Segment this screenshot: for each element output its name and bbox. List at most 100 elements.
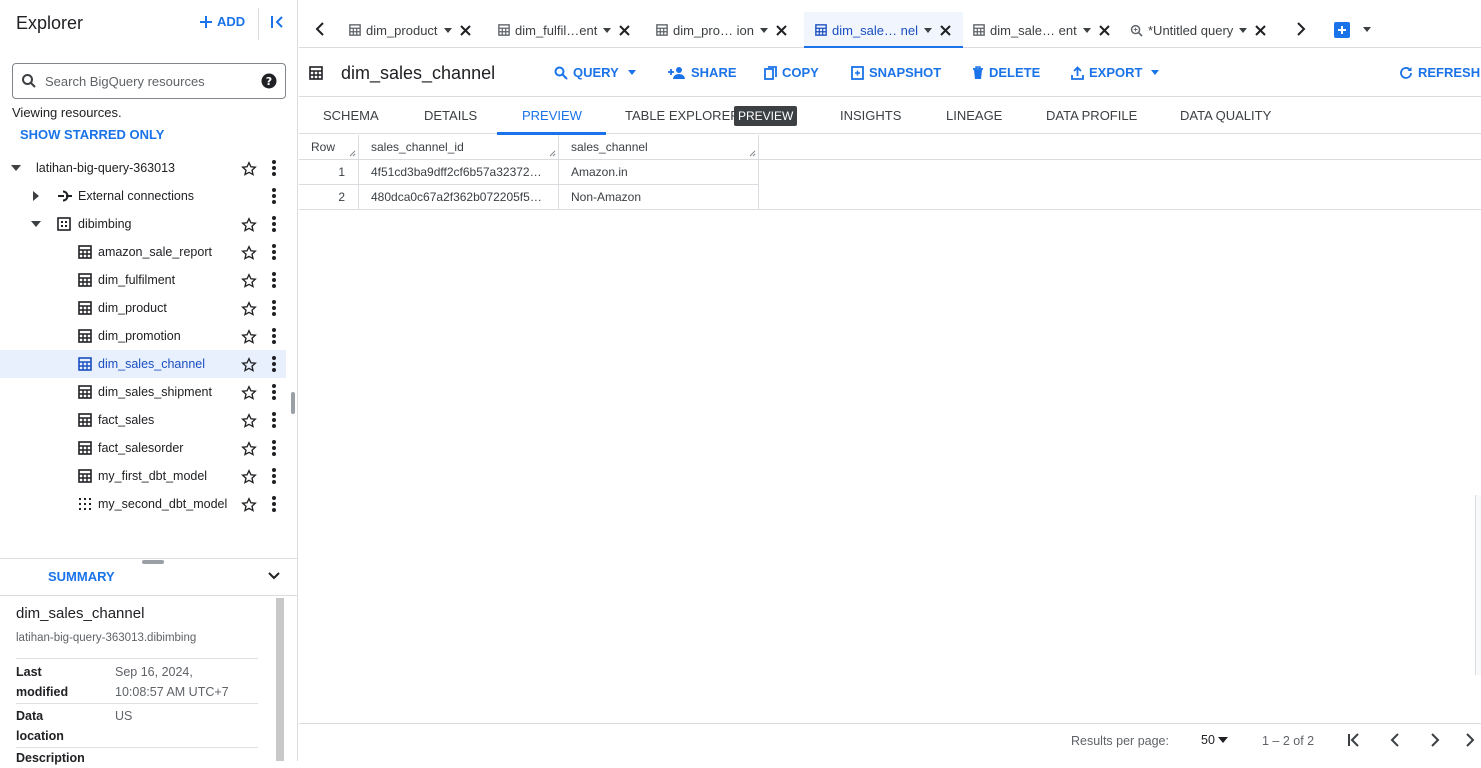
summary-scrollbar[interactable]	[276, 598, 284, 761]
star-icon[interactable]	[241, 329, 257, 345]
delete-button[interactable]: DELETE	[972, 65, 1040, 80]
star-icon[interactable]	[241, 217, 257, 233]
tree-item-table[interactable]: dim_product	[0, 294, 286, 322]
tab-schema[interactable]: SCHEMA	[323, 98, 379, 134]
query-button[interactable]: QUERY	[554, 65, 636, 80]
next-page-icon[interactable]	[1427, 732, 1443, 748]
star-icon[interactable]	[241, 273, 257, 289]
tab-dim-fulfilment[interactable]: dim_fulfil…ent	[498, 12, 631, 48]
summary-tab[interactable]: SUMMARY	[48, 569, 115, 584]
cell-sales-channel[interactable]: Non-Amazon	[559, 185, 759, 210]
star-icon[interactable]	[241, 469, 257, 485]
caret-down-icon[interactable]	[30, 218, 42, 230]
more-vert-icon[interactable]	[271, 496, 277, 512]
close-icon[interactable]	[776, 24, 787, 36]
column-header-sales-channel-id[interactable]: sales_channel_id	[359, 135, 559, 160]
star-icon[interactable]	[241, 497, 257, 513]
collapse-panel-button[interactable]	[270, 14, 286, 30]
cell-sales-channel[interactable]: Amazon.in	[559, 160, 759, 185]
column-header-sales-channel[interactable]: sales_channel	[559, 135, 759, 160]
caret-right-icon[interactable]	[30, 190, 42, 202]
tree-item-table[interactable]: dim_promotion	[0, 322, 286, 350]
tab-preview[interactable]: PREVIEW	[497, 98, 606, 135]
close-icon[interactable]	[619, 24, 631, 36]
star-icon[interactable]	[241, 385, 257, 401]
star-icon[interactable]	[241, 301, 257, 317]
tab-table-explorer[interactable]: TABLE EXPLORER	[625, 98, 740, 134]
cell-sales-channel-id[interactable]: 480dca0c67a2f362b072205f5…	[359, 185, 559, 210]
tree-item-table[interactable]: fact_salesorder	[0, 434, 286, 462]
tree-item-dataset[interactable]: dibimbing	[0, 210, 286, 238]
snapshot-button[interactable]: SNAPSHOT	[851, 65, 941, 80]
chevron-down-icon[interactable]	[266, 568, 282, 584]
tree-item-table[interactable]: dim_sales_shipment	[0, 378, 286, 406]
more-vert-icon[interactable]	[271, 188, 277, 204]
tree-item-table[interactable]: fact_sales	[0, 406, 286, 434]
share-button[interactable]: SHARE	[668, 65, 737, 80]
copy-button[interactable]: COPY	[764, 65, 819, 80]
tree-item-view[interactable]: my_second_dbt_model	[0, 490, 286, 518]
star-icon[interactable]	[241, 357, 257, 373]
tab-dim-promotion[interactable]: dim_pro… ion	[656, 12, 787, 48]
close-icon[interactable]	[1255, 24, 1266, 36]
tab-dim-product[interactable]: dim_product	[349, 12, 471, 48]
tab-details[interactable]: DETAILS	[424, 98, 477, 134]
more-vert-icon[interactable]	[271, 468, 277, 484]
resize-handle[interactable]	[142, 560, 164, 564]
more-vert-icon[interactable]	[271, 300, 277, 316]
star-icon[interactable]	[241, 441, 257, 457]
star-icon[interactable]	[241, 161, 257, 177]
tab-data-profile[interactable]: DATA PROFILE	[1046, 98, 1137, 134]
results-per-page-select[interactable]: 50	[1201, 733, 1228, 747]
table-row[interactable]: 1 4f51cd3ba9dff2cf6b57a32372… Amazon.in	[299, 160, 759, 185]
show-starred-button[interactable]: SHOW STARRED ONLY	[20, 127, 164, 142]
tab-lineage[interactable]: LINEAGE	[946, 98, 1002, 134]
star-icon[interactable]	[241, 245, 257, 261]
tree-item-project[interactable]: latihan-big-query-363013	[0, 154, 286, 182]
caret-down-icon[interactable]	[759, 27, 768, 33]
caret-down-icon[interactable]	[924, 27, 932, 33]
resize-grip-icon[interactable]	[749, 150, 756, 157]
add-button[interactable]: ADD	[199, 14, 245, 29]
tab-data-quality[interactable]: DATA QUALITY	[1180, 98, 1271, 134]
more-vert-icon[interactable]	[271, 272, 277, 288]
prev-page-icon[interactable]	[1387, 732, 1403, 748]
tab-dim-sales-shipment[interactable]: dim_sale… ent	[973, 12, 1110, 48]
more-vert-icon[interactable]	[271, 216, 277, 232]
more-vert-icon[interactable]	[271, 328, 277, 344]
chevron-right-icon[interactable]	[1296, 22, 1306, 36]
tab-untitled-query[interactable]: *Untitled query	[1130, 12, 1266, 48]
more-vert-icon[interactable]	[271, 244, 277, 260]
caret-down-icon[interactable]	[10, 162, 22, 174]
close-icon[interactable]	[1099, 24, 1110, 36]
more-vert-icon[interactable]	[271, 384, 277, 400]
tab-dim-sales-channel[interactable]: dim_sale… nel	[804, 12, 963, 48]
more-vert-icon[interactable]	[271, 440, 277, 456]
more-vert-icon[interactable]	[271, 160, 277, 176]
search-input[interactable]: Search BigQuery resources ?	[12, 63, 286, 99]
first-page-icon[interactable]	[1346, 732, 1362, 748]
last-page-icon[interactable]	[1463, 732, 1479, 748]
tree-item-table[interactable]: amazon_sale_report	[0, 238, 286, 266]
tree-item-table[interactable]: dim_fulfilment	[0, 266, 286, 294]
close-icon[interactable]	[459, 24, 471, 36]
cell-sales-channel-id[interactable]: 4f51cd3ba9dff2cf6b57a32372…	[359, 160, 559, 185]
tree-item-table-selected[interactable]: dim_sales_channel	[0, 350, 286, 378]
caret-down-icon[interactable]	[1082, 27, 1091, 33]
chevron-left-icon[interactable]	[315, 22, 325, 36]
caret-down-icon[interactable]	[1363, 27, 1371, 32]
tab-insights[interactable]: INSIGHTS	[840, 98, 901, 134]
caret-down-icon[interactable]	[443, 27, 452, 33]
caret-down-icon[interactable]	[603, 27, 612, 33]
page-scrollbar[interactable]	[1475, 495, 1481, 675]
refresh-button[interactable]: REFRESH	[1399, 65, 1480, 80]
table-row[interactable]: 2 480dca0c67a2f362b072205f5… Non-Amazon	[299, 185, 759, 210]
help-icon[interactable]: ?	[261, 73, 277, 89]
more-vert-icon[interactable]	[271, 412, 277, 428]
close-icon[interactable]	[940, 24, 951, 36]
tree-item-external-connections[interactable]: External connections	[0, 182, 286, 210]
tree-scrollbar[interactable]	[291, 392, 295, 414]
tree-item-table[interactable]: my_first_dbt_model	[0, 462, 286, 490]
more-vert-icon[interactable]	[271, 356, 277, 372]
resize-grip-icon[interactable]	[549, 150, 556, 157]
